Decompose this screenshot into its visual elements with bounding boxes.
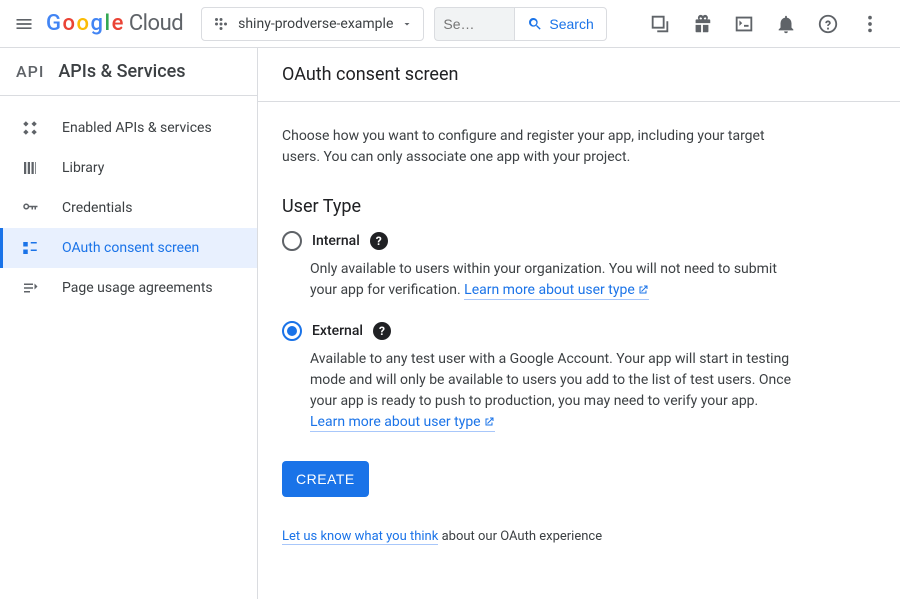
radio-internal[interactable]	[282, 231, 302, 251]
sidebar-item-agreements[interactable]: Page usage agreements	[0, 268, 257, 308]
cloud-word: Cloud	[129, 11, 183, 36]
help-icon[interactable]	[816, 12, 840, 36]
dropdown-icon	[401, 18, 413, 30]
project-name: shiny-prodverse-example	[238, 16, 393, 32]
sidebar-item-label: Enabled APIs & services	[62, 120, 212, 136]
header-icons	[648, 12, 882, 36]
consent-icon	[20, 238, 40, 258]
google-cloud-logo[interactable]: Google Cloud	[46, 11, 183, 36]
sidebar-item-oauth-consent[interactable]: OAuth consent screen	[0, 228, 257, 268]
header-bar: Google Cloud shiny-prodverse-example Sea…	[0, 0, 900, 48]
sidebar-item-label: Page usage agreements	[62, 280, 213, 296]
terminal-icon[interactable]	[732, 12, 756, 36]
gift-icon[interactable]	[690, 12, 714, 36]
intro-text: Choose how you want to configure and reg…	[282, 126, 794, 168]
internal-desc: Only available to users within your orga…	[310, 259, 794, 301]
help-external-icon[interactable]: ?	[373, 322, 391, 340]
api-mark: API	[16, 62, 44, 81]
sidebar-header: API APIs & Services	[0, 48, 257, 96]
cloud-shell-icon[interactable]	[648, 12, 672, 36]
external-link-icon	[483, 416, 495, 428]
more-icon[interactable]	[858, 12, 882, 36]
project-icon	[212, 15, 230, 33]
main-content: OAuth consent screen Choose how you want…	[258, 48, 900, 599]
search-button[interactable]: Search	[514, 7, 606, 41]
radio-row-external: External ?	[282, 321, 794, 341]
search-group: Search	[434, 7, 606, 41]
sidebar-item-credentials[interactable]: Credentials	[0, 188, 257, 228]
sidebar-item-label: OAuth consent screen	[62, 240, 199, 256]
learn-more-internal[interactable]: Learn more about user type	[464, 282, 649, 300]
feedback-row: Let us know what you think about our OAu…	[282, 529, 794, 544]
sidebar-title: APIs & Services	[58, 61, 185, 82]
project-selector[interactable]: shiny-prodverse-example	[201, 7, 424, 41]
radio-row-internal: Internal ?	[282, 231, 794, 251]
tiles-icon	[20, 118, 40, 138]
external-desc-text: Available to any test user with a Google…	[310, 351, 791, 409]
search-icon	[527, 16, 543, 32]
radio-label-internal: Internal	[312, 233, 360, 249]
menu-icon[interactable]	[12, 12, 36, 36]
create-button[interactable]: CREATE	[282, 461, 369, 497]
bell-icon[interactable]	[774, 12, 798, 36]
learn-more-external[interactable]: Learn more about user type	[310, 414, 495, 432]
sidebar-item-label: Credentials	[62, 200, 132, 216]
feedback-link[interactable]: Let us know what you think	[282, 529, 438, 545]
radio-label-external: External	[312, 323, 363, 339]
search-button-label: Search	[549, 16, 593, 32]
radio-external[interactable]	[282, 321, 302, 341]
sidebar-nav: Enabled APIs & services Library Credenti…	[0, 96, 257, 320]
library-icon	[20, 158, 40, 178]
sidebar: API APIs & Services Enabled APIs & servi…	[0, 48, 258, 599]
help-internal-icon[interactable]: ?	[370, 232, 388, 250]
sidebar-item-enabled-apis[interactable]: Enabled APIs & services	[0, 108, 257, 148]
user-type-heading: User Type	[282, 196, 794, 217]
external-link-icon	[637, 284, 649, 296]
sidebar-item-library[interactable]: Library	[0, 148, 257, 188]
search-input[interactable]	[434, 7, 514, 41]
feedback-suffix: about our OAuth experience	[438, 529, 602, 544]
page-title: OAuth consent screen	[258, 48, 900, 102]
sidebar-item-label: Library	[62, 160, 104, 176]
agreements-icon	[20, 278, 40, 298]
external-desc: Available to any test user with a Google…	[310, 349, 794, 433]
key-icon	[20, 198, 40, 218]
